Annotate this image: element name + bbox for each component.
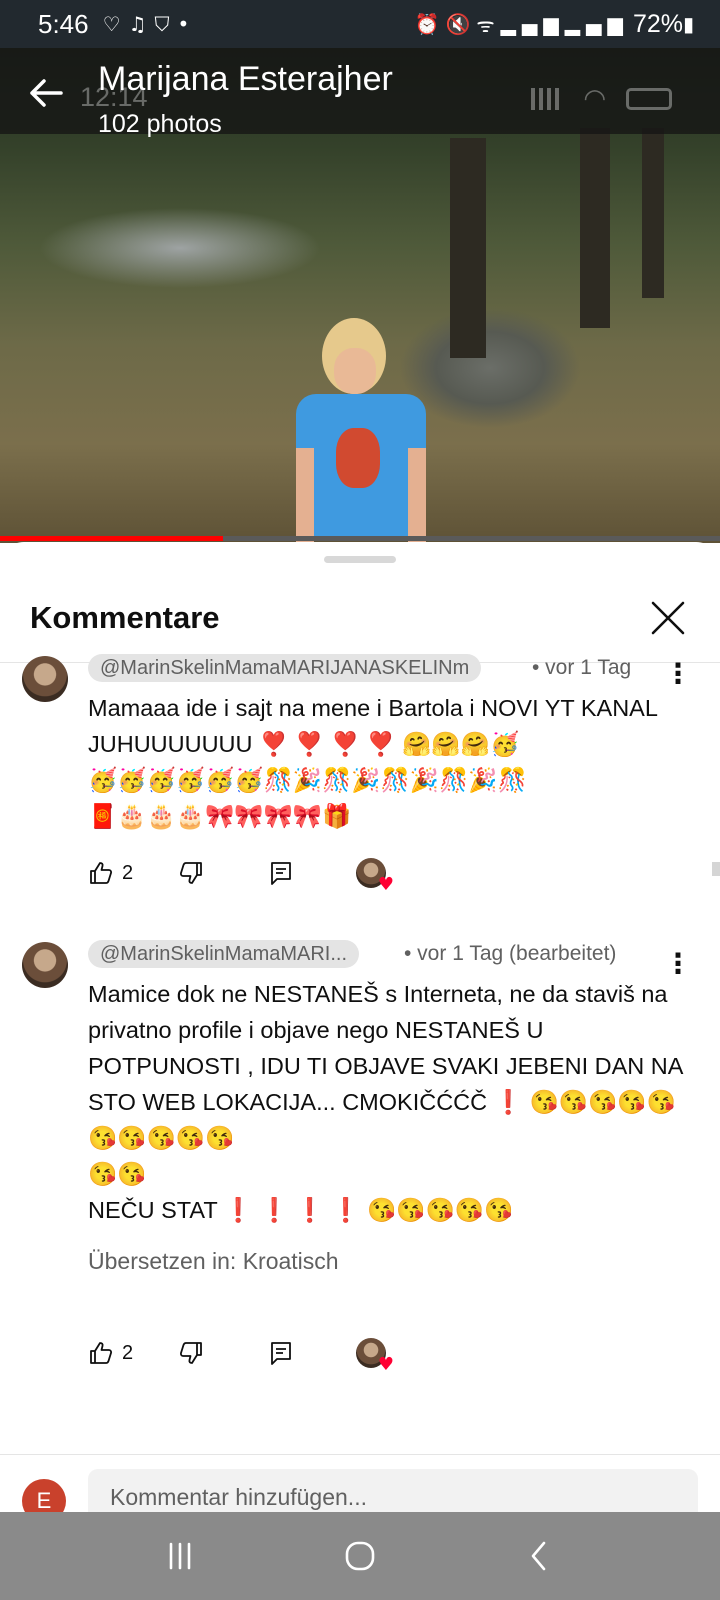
ghost-wifi-icon: ◠ xyxy=(583,84,606,114)
signal-icon: ▂▄▆ xyxy=(500,12,565,36)
reply-icon xyxy=(271,862,291,885)
music-note-icon: ♫ xyxy=(128,12,155,36)
comment-text: Mamaaa ide i sajt na mene i Bartola i NO… xyxy=(88,695,658,829)
ghost-status-icons: ◠ xyxy=(523,84,672,114)
ghost-battery-icon xyxy=(626,88,672,110)
heart-icon: ♥ xyxy=(377,874,394,895)
system-icons: ⏰ 🔇 ᯤ ▂▄▆ ▂▄▆ 72% ▮ xyxy=(415,10,700,39)
home-icon[interactable] xyxy=(342,1538,378,1574)
status-bar: 5:46 ♡♫⛉• ⏰ 🔇 ᯤ ▂▄▆ ▂▄▆ 72% ▮ xyxy=(0,0,720,48)
comment-actions: 2 ♥ xyxy=(88,856,394,894)
dislike-button[interactable] xyxy=(178,1340,268,1366)
mute-icon: 🔇 xyxy=(445,12,477,36)
back-arrow-icon[interactable] xyxy=(28,78,64,108)
translate-link[interactable]: Übersetzen in: Kroatisch xyxy=(88,1248,339,1275)
avatar[interactable] xyxy=(22,656,68,702)
reply-button[interactable] xyxy=(268,860,356,886)
thumbs-down-icon xyxy=(179,862,202,884)
video-progress-fill xyxy=(0,536,224,541)
thumbs-up-icon xyxy=(90,862,113,884)
comment-author[interactable]: @MarinSkelinMamaMARI... xyxy=(88,940,360,968)
shirt-print xyxy=(336,428,380,488)
battery-icon: ▮ xyxy=(682,12,700,36)
comment-text: Mamice dok ne NESTANEŠ s Interneta, ne d… xyxy=(88,981,683,1223)
close-icon[interactable] xyxy=(650,600,686,636)
thumbs-down-icon xyxy=(179,1342,202,1364)
battery-percent: 72% xyxy=(632,9,683,38)
thumbs-up-icon xyxy=(90,1342,113,1364)
album-photo-count: 102 photos xyxy=(98,110,222,138)
drag-handle[interactable] xyxy=(324,556,396,563)
comment-time: • vor 1 Tag xyxy=(532,656,632,679)
shield-icon: ⛉ xyxy=(154,12,178,36)
ghost-signal-icon xyxy=(523,88,564,110)
creator-heart-badge: ♥ xyxy=(356,1338,394,1374)
dislike-button[interactable] xyxy=(178,860,268,886)
comment-actions: 2 ♥ xyxy=(88,1336,394,1374)
comments-sheet: Kommentare @MarinSkelinMamaMARIJANASKELI… xyxy=(0,542,720,1512)
more-options-icon[interactable]: ⋮ xyxy=(664,656,692,692)
comment-time: • vor 1 Tag (bearbeitet) xyxy=(404,942,617,965)
reply-icon xyxy=(271,1342,291,1365)
dot-icon: • xyxy=(177,12,198,36)
scrollbar[interactable] xyxy=(712,862,720,876)
notification-icons: ♡♫⛉• xyxy=(103,12,198,36)
comment-author[interactable]: @MarinSkelinMamaMARIJANASKELINm xyxy=(88,654,482,682)
back-icon[interactable] xyxy=(522,1538,558,1574)
avatar[interactable] xyxy=(22,942,68,988)
like-count: 2 xyxy=(122,1341,134,1364)
album-header: 12:14 Marijana Esterajher 102 photos ◠ xyxy=(0,48,720,138)
like-button[interactable]: 2 xyxy=(88,860,178,886)
signal-icon: ▂▄▆ xyxy=(564,12,629,36)
comments-title: Kommentare xyxy=(30,600,220,635)
alarm-icon: ⏰ xyxy=(414,12,446,36)
reply-button[interactable] xyxy=(268,1340,356,1366)
video-progress-bar[interactable] xyxy=(0,536,720,541)
android-nav-bar xyxy=(0,1512,720,1600)
creator-heart-badge: ♥ xyxy=(356,858,394,894)
recent-apps-icon[interactable] xyxy=(162,1538,198,1574)
heart-shield-icon: ♡ xyxy=(102,12,129,36)
wifi-icon: ᯤ xyxy=(476,12,501,37)
status-time: 5:46 xyxy=(38,8,89,39)
album-title: Marijana Esterajher xyxy=(98,60,393,98)
add-comment-row: E Kommentar hinzufügen... xyxy=(0,1454,720,1525)
like-button[interactable]: 2 xyxy=(88,1340,178,1366)
like-count: 2 xyxy=(122,861,134,884)
heart-icon: ♥ xyxy=(377,1354,394,1375)
